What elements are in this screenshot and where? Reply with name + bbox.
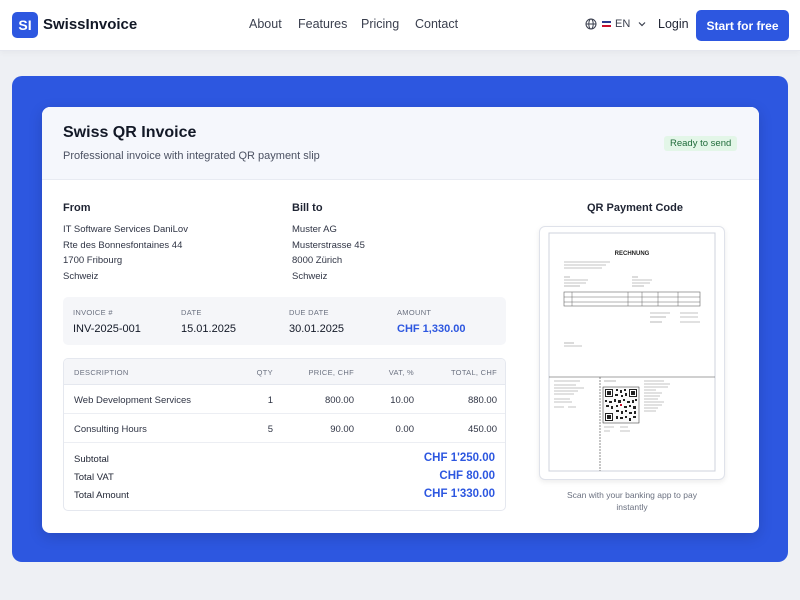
table-header: DESCRIPTION QTY PRICE, CHF VAT, % TOTAL,… xyxy=(64,359,505,385)
meta-label: DATE xyxy=(181,308,202,317)
column-header: PRICE, CHF xyxy=(308,368,354,377)
logo-icon[interactable]: SI xyxy=(12,12,38,38)
table-cell: Web Development Services xyxy=(74,395,192,406)
bill-to-line: Muster AG xyxy=(292,224,337,235)
login-link[interactable]: Login xyxy=(658,17,689,31)
bill-to-line: Schweiz xyxy=(292,270,328,282)
from-address: IT Software Services DaniLov Rte des Bon… xyxy=(63,222,188,284)
globe-icon xyxy=(585,18,597,30)
table-cell: 450.00 xyxy=(467,424,497,435)
column-header: VAT, % xyxy=(388,368,414,377)
meta-label: DUE DATE xyxy=(289,308,329,317)
column-header: QTY xyxy=(256,368,273,377)
invoice-meta: INVOICE # INV-2025-001 DATE 15.01.2025 D… xyxy=(63,297,506,345)
subtotal-value: CHF 1'250.00 xyxy=(423,452,495,464)
flag-icon xyxy=(602,21,611,27)
invoice-header: Swiss QR Invoice Professional invoice wi… xyxy=(42,107,759,180)
qr-invoice-preview[interactable]: RECHNUNG xyxy=(539,226,725,480)
line-items-table: DESCRIPTION QTY PRICE, CHF VAT, % TOTAL,… xyxy=(63,358,506,511)
bill-to-line: Musterstrasse 45 xyxy=(292,239,365,251)
from-line: Schweiz xyxy=(63,270,99,282)
invoice-date: DATE 15.01.2025 xyxy=(181,308,236,335)
table-cell: Consulting Hours xyxy=(74,424,147,435)
invoice-preview-image: RECHNUNG xyxy=(548,232,716,472)
table-cell: 1 xyxy=(267,395,273,406)
column-header: DESCRIPTION xyxy=(74,368,129,377)
meta-label: INVOICE # xyxy=(73,308,113,317)
chevron-down-icon xyxy=(638,22,646,27)
table-cell: 0.00 xyxy=(395,424,415,435)
meta-value: 15.01.2025 xyxy=(181,323,237,335)
start-free-button[interactable]: Start for free xyxy=(696,10,789,41)
invoice-title: Swiss QR Invoice xyxy=(63,124,197,141)
vat-value: CHF 80.00 xyxy=(439,470,495,482)
language-code: EN xyxy=(615,18,631,30)
bill-to-address: Muster AG Musterstrasse 45 8000 Zürich S… xyxy=(292,222,365,284)
column-header: TOTAL, CHF xyxy=(450,368,497,377)
invoice-due-date: DUE DATE 30.01.2025 xyxy=(289,308,344,335)
meta-label: AMOUNT xyxy=(397,308,432,317)
table-row: Consulting Hours 5 90.00 0.00 450.00 xyxy=(64,414,505,443)
meta-value: 30.01.2025 xyxy=(289,323,345,335)
vat-label: Total VAT xyxy=(74,472,114,483)
table-row: Web Development Services 1 800.00 10.00 … xyxy=(64,385,505,414)
bill-to-label: Bill to xyxy=(292,202,323,214)
from-label: From xyxy=(63,202,91,214)
invoice-amount: AMOUNT CHF 1,330.00 xyxy=(397,308,465,335)
nav-link-contact[interactable]: Contact xyxy=(415,17,458,31)
total-label: Total Amount xyxy=(74,490,129,501)
nav-link-features[interactable]: Features xyxy=(298,17,347,31)
brand-name[interactable]: SwissInvoice xyxy=(43,16,137,33)
total-value: CHF 1'330.00 xyxy=(423,488,495,500)
table-cell: 90.00 xyxy=(330,424,354,435)
invoice-number: INVOICE # INV-2025-001 xyxy=(73,308,141,335)
invoice-card: Swiss QR Invoice Professional invoice wi… xyxy=(42,107,759,533)
status-badge: Ready to send xyxy=(664,136,738,151)
from-line: IT Software Services DaniLov xyxy=(63,224,188,235)
meta-value: INV-2025-001 xyxy=(73,323,141,335)
nav-link-about[interactable]: About xyxy=(249,17,282,31)
table-cell: 880.00 xyxy=(467,395,497,406)
table-cell: 800.00 xyxy=(324,395,354,406)
preview-heading: RECHNUNG xyxy=(615,251,650,257)
from-line: Rte des Bonnesfontaines 44 xyxy=(63,239,183,251)
top-navbar: SI SwissInvoice About Features Pricing C… xyxy=(0,0,800,51)
nav-link-pricing[interactable]: Pricing xyxy=(361,17,399,31)
language-selector[interactable]: EN xyxy=(585,18,646,30)
from-line: 1700 Fribourg xyxy=(63,255,123,266)
qr-title: QR Payment Code xyxy=(587,202,683,214)
meta-value: CHF 1,330.00 xyxy=(397,323,466,335)
bill-to-line: 8000 Zürich xyxy=(292,255,343,266)
subtotal-label: Subtotal xyxy=(74,454,109,465)
invoice-subtitle: Professional invoice with integrated QR … xyxy=(63,150,320,162)
table-cell: 10.00 xyxy=(390,395,414,406)
table-cell: 5 xyxy=(267,424,273,435)
qr-caption: Scan with your banking app to pay instan… xyxy=(567,490,697,512)
